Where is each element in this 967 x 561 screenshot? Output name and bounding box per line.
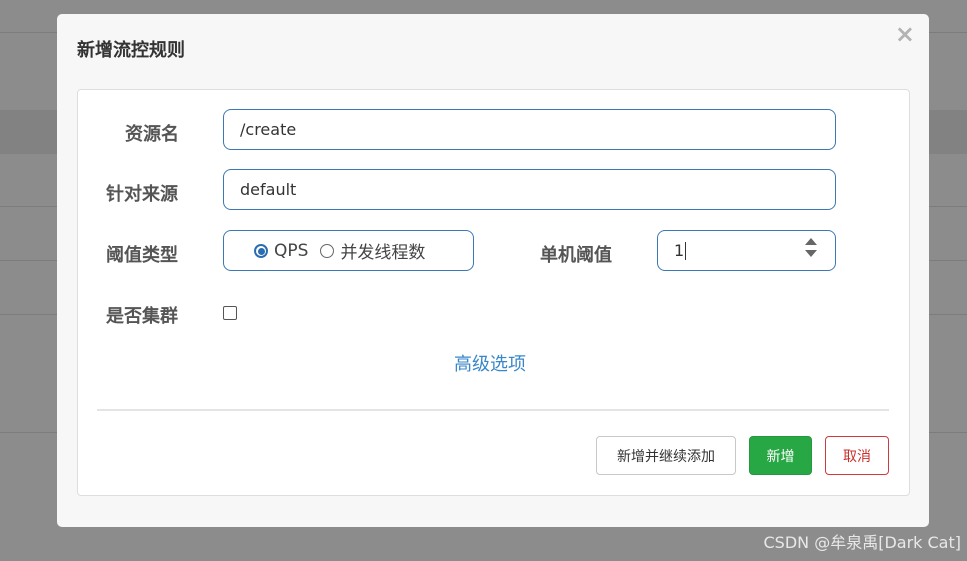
- decrement-icon[interactable]: [805, 250, 817, 257]
- add-flow-rule-dialog: 新增流控规则 × 资源名 /create 针对来源 default 阈值类型 Q…: [57, 14, 929, 527]
- advanced-options-link[interactable]: 高级选项: [454, 350, 526, 376]
- number-spinner[interactable]: [805, 238, 817, 257]
- watermark: CSDN @牟泉禹[Dark Cat]: [763, 533, 962, 552]
- add-button[interactable]: 新增: [749, 436, 812, 475]
- threshold-type-radio-group: QPS 并发线程数: [223, 230, 474, 271]
- increment-icon[interactable]: [805, 238, 817, 245]
- single-threshold-value: 1: [674, 241, 685, 260]
- single-threshold-input[interactable]: 1: [657, 230, 836, 271]
- cancel-button[interactable]: 取消: [825, 436, 889, 475]
- source-value: default: [240, 180, 297, 199]
- source-label: 针对来源: [106, 184, 178, 205]
- resource-value: /create: [240, 120, 297, 139]
- form-panel: 资源名 /create 针对来源 default 阈值类型 QPS 并发线程数 …: [77, 89, 910, 496]
- resource-label: 资源名: [125, 124, 179, 145]
- radio-qps[interactable]: [254, 243, 268, 258]
- footer-divider: [97, 409, 889, 411]
- threshold-type-label: 阈值类型: [106, 245, 178, 266]
- source-input[interactable]: default: [223, 169, 836, 210]
- cluster-checkbox[interactable]: [223, 306, 237, 320]
- radio-threads[interactable]: [320, 243, 335, 258]
- cluster-label: 是否集群: [106, 306, 178, 327]
- resource-input[interactable]: /create: [223, 109, 836, 150]
- add-and-continue-button[interactable]: 新增并继续添加: [596, 436, 736, 475]
- radio-option-qps[interactable]: QPS: [254, 241, 308, 261]
- radio-qps-label: QPS: [274, 240, 309, 261]
- text-cursor: [685, 241, 687, 260]
- radio-threads-label: 并发线程数: [340, 243, 426, 263]
- dialog-title: 新增流控规则: [77, 40, 185, 61]
- single-threshold-label: 单机阈值: [540, 245, 612, 266]
- radio-option-threads[interactable]: 并发线程数: [320, 238, 425, 263]
- close-icon[interactable]: ×: [895, 22, 915, 46]
